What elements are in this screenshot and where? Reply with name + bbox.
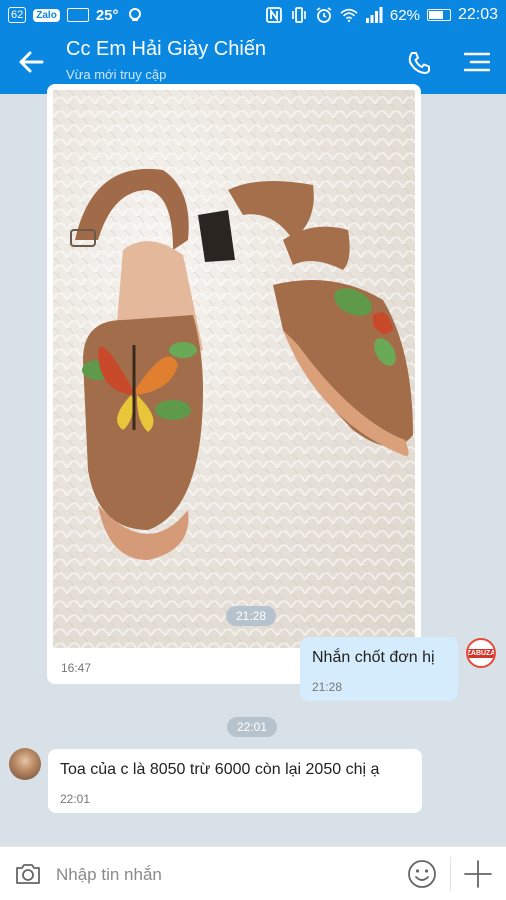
zalo-notification-icon: Zalo — [33, 8, 60, 22]
image-notification-icon — [66, 8, 89, 22]
message-list[interactable]: 16:47 21:28 Nhắn chốt đơn hị 21:28 ZABUZ… — [0, 84, 506, 846]
message-timestamp: 22:01 — [60, 792, 91, 806]
weather-icon — [126, 6, 144, 24]
wifi-icon — [340, 6, 358, 24]
temperature-label: 25° — [95, 6, 119, 24]
my-avatar[interactable]: ZABUZA — [466, 638, 496, 668]
message-input[interactable] — [56, 863, 386, 887]
time-divider: 22:01 — [227, 717, 278, 737]
status-bar: 62 Zalo 25° 62% 22:03 — [0, 0, 506, 30]
back-arrow-icon — [19, 51, 44, 73]
contact-name[interactable]: Cc Em Hải Giày Chiến — [66, 38, 266, 61]
sandal-photo[interactable] — [53, 90, 415, 648]
composer-divider — [450, 857, 451, 891]
image-message[interactable]: 16:47 — [47, 84, 421, 684]
status-bar-right: 62% 22:03 — [265, 6, 498, 24]
camera-icon — [16, 864, 40, 884]
message-text: Toa của c là 8050 trừ 6000 còn lại 2050 … — [60, 761, 380, 778]
alarm-icon — [315, 6, 333, 24]
more-options-button[interactable] — [463, 859, 493, 889]
message-timestamp: 21:28 — [312, 680, 343, 694]
incoming-message[interactable]: Toa của c là 8050 trừ 6000 còn lại 2050 … — [48, 749, 422, 813]
menu-button[interactable] — [463, 51, 491, 73]
emoji-icon — [408, 860, 436, 888]
battery-icon — [426, 9, 451, 21]
time-divider: 21:28 — [226, 606, 277, 626]
plus-icon — [464, 860, 492, 888]
message-text: Nhắn chốt đơn hị — [312, 649, 435, 666]
camera-button[interactable] — [14, 861, 42, 887]
signal-icon — [365, 6, 383, 24]
last-seen-status: Vừa mới truy cập — [66, 67, 167, 82]
avatar-logo-text: ZABUZA — [466, 648, 496, 658]
message-timestamp: 16:47 — [61, 661, 92, 675]
back-button[interactable] — [16, 47, 46, 77]
phone-icon — [408, 52, 430, 74]
vibrate-icon — [290, 6, 308, 24]
battery-percentage: 62% — [389, 6, 420, 24]
status-bar-left: 62 Zalo 25° — [8, 6, 144, 24]
emoji-button[interactable] — [407, 859, 437, 889]
menu-icon — [463, 52, 491, 72]
clock: 22:03 — [457, 6, 498, 23]
notification-count-badge: 62 — [8, 7, 27, 23]
message-composer — [0, 846, 506, 900]
call-button[interactable] — [406, 50, 432, 76]
outgoing-message[interactable]: Nhắn chốt đơn hị 21:28 — [300, 637, 458, 701]
contact-avatar[interactable] — [9, 748, 41, 780]
nfc-icon — [265, 6, 283, 24]
